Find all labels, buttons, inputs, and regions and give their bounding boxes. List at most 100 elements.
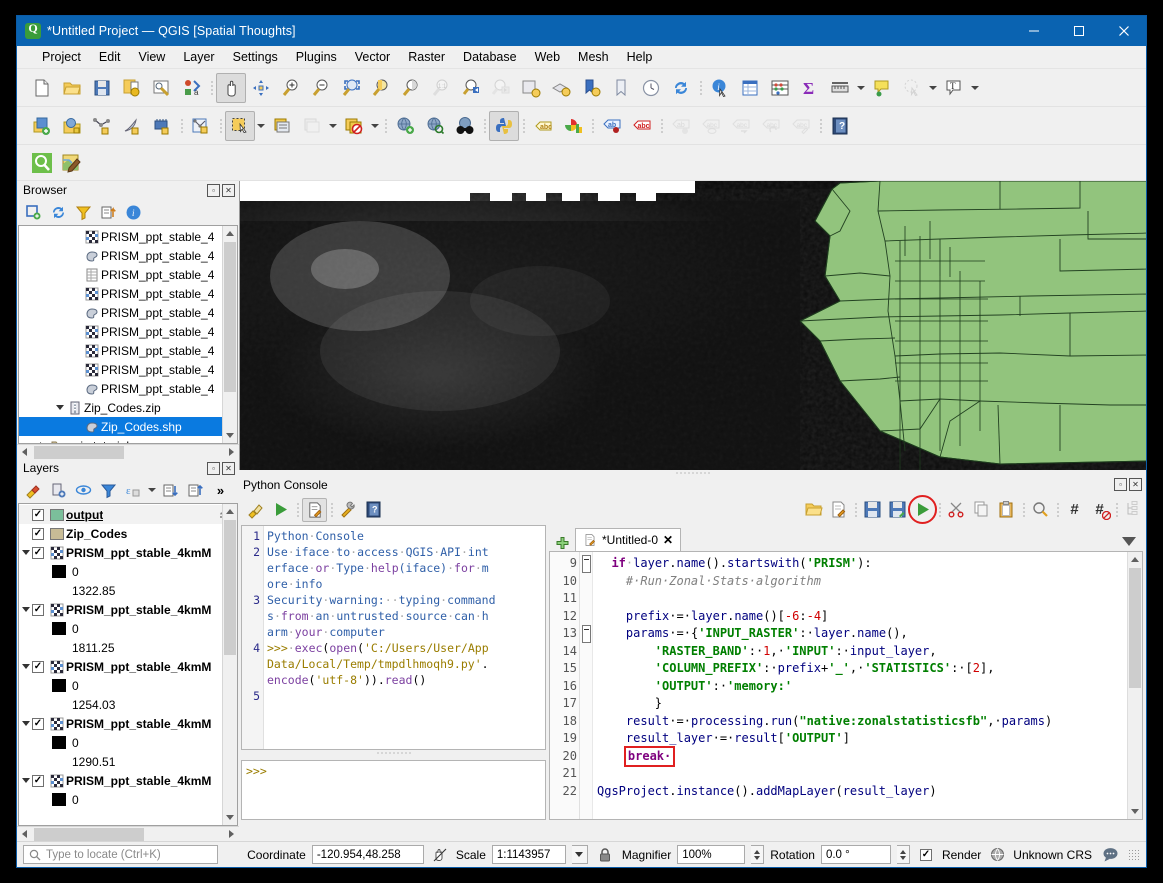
show-hide-labels-icon[interactable]: abc (696, 111, 726, 141)
collapse-all-icon[interactable] (183, 478, 208, 502)
measure-dropdown-caret-icon[interactable] (855, 73, 867, 103)
identify-search-icon[interactable] (27, 148, 57, 178)
identify-features-icon[interactable]: i (705, 73, 735, 103)
collapse-all-icon[interactable] (96, 200, 121, 224)
save-script-icon[interactable] (860, 498, 885, 522)
expander-expanded-icon[interactable] (19, 607, 32, 612)
legend-entry-4[interactable]: 1322.85 (19, 581, 237, 600)
zoom-full-icon[interactable] (336, 73, 366, 103)
label-toggle-icon[interactable]: ab (597, 111, 627, 141)
browser-hscroll-track[interactable] (32, 445, 224, 460)
legend-entry-7[interactable]: 1811.25 (19, 638, 237, 657)
find-text-icon[interactable] (1028, 498, 1053, 522)
map-tips-icon[interactable] (867, 73, 897, 103)
add-wfs-layer-icon[interactable] (420, 111, 450, 141)
new-3d-map-view-icon[interactable] (546, 73, 576, 103)
layers-scroll-down-icon[interactable] (223, 810, 237, 825)
console-options-icon[interactable] (336, 498, 361, 522)
measure-line-icon[interactable] (825, 73, 855, 103)
browser-hscroll-right-icon[interactable] (224, 445, 239, 460)
map-canvas-container[interactable] (239, 181, 1146, 470)
browser-scroll-down-icon[interactable] (223, 428, 237, 443)
console-input[interactable]: >>> (241, 760, 546, 820)
browser-item-10[interactable]: Zip_Codes.shp (19, 417, 237, 436)
add-vector-layer-icon[interactable] (87, 111, 117, 141)
lock-scale-icon[interactable] (594, 847, 616, 862)
maximize-button[interactable] (1056, 16, 1101, 46)
zoom-out-icon[interactable] (306, 73, 336, 103)
magnifier-stepper[interactable] (751, 845, 764, 864)
layer-visibility-checkbox[interactable]: ✓ (32, 528, 44, 540)
layers-vertical-scrollbar[interactable] (222, 504, 237, 825)
deselect-dropdown-caret-icon[interactable] (327, 111, 339, 141)
bookmarks-icon[interactable] (576, 73, 606, 103)
add-mesh-layer-icon[interactable] (147, 111, 177, 141)
console-help-icon[interactable]: ? (361, 498, 386, 522)
browser-item-7[interactable]: PRISM_ppt_stable_4 (19, 360, 237, 379)
browser-tree[interactable]: PRISM_ppt_stable_4PRISM_ppt_stable_4PRIS… (18, 225, 238, 444)
save-project-as-icon[interactable] (117, 73, 147, 103)
add-layer-to-project-icon[interactable] (21, 200, 46, 224)
add-layer-icon[interactable] (27, 111, 57, 141)
editor-tab-untitled-0[interactable]: *Untitled-0 ✕ (575, 528, 681, 551)
filter-legend-expression-icon[interactable]: ε (121, 478, 146, 502)
refresh-icon[interactable] (666, 73, 696, 103)
zoom-to-selection-icon[interactable] (366, 73, 396, 103)
highlight-pinned-labels-icon[interactable]: abc (627, 111, 657, 141)
add-wms-layer-icon[interactable] (390, 111, 420, 141)
crs-globe-icon[interactable] (987, 847, 1007, 862)
python-console-float-button[interactable]: ▫ (1114, 478, 1127, 491)
menu-mesh[interactable]: Mesh (569, 47, 618, 67)
layer-visibility-checkbox[interactable]: ✓ (32, 604, 44, 616)
console-input-splitter[interactable] (241, 750, 546, 756)
clear-console-icon[interactable] (243, 498, 268, 522)
browser-item-2[interactable]: PRISM_ppt_stable_4 (19, 265, 237, 284)
layer-row-2[interactable]: ✓PRISM_ppt_stable_4kmM (19, 543, 237, 562)
menu-project[interactable]: Project (33, 47, 90, 67)
layers-hscroll-thumb[interactable] (34, 828, 144, 841)
select-dropdown-caret-icon[interactable] (927, 73, 939, 103)
zoom-last-icon[interactable] (456, 73, 486, 103)
copy-icon[interactable] (969, 498, 994, 522)
open-attribute-table-icon[interactable] (735, 73, 765, 103)
manage-map-themes-icon[interactable] (71, 478, 96, 502)
browser-item-1[interactable]: PRISM_ppt_stable_4 (19, 246, 237, 265)
comment-icon[interactable]: # (1062, 498, 1087, 522)
scale-input[interactable]: 1:1143957 (492, 845, 566, 864)
coordinate-input[interactable]: -120.954,48.258 (312, 845, 424, 864)
console-output[interactable]: 12345 Python·ConsoleUse·iface·to·access·… (241, 525, 546, 750)
legend-entry-3[interactable]: 0 (19, 562, 237, 581)
expander-expanded-icon[interactable] (53, 405, 66, 410)
select-features-icon[interactable] (225, 111, 255, 141)
layer-row-14[interactable]: ✓PRISM_ppt_stable_4kmM (19, 771, 237, 790)
menu-raster[interactable]: Raster (399, 47, 454, 67)
diagram-properties-icon[interactable] (558, 111, 588, 141)
run-command-icon[interactable] (268, 498, 293, 522)
layer-row-1[interactable]: ✓Zip_Codes (19, 524, 237, 543)
show-bookmarks-icon[interactable] (606, 73, 636, 103)
add-group-icon[interactable] (46, 478, 71, 502)
menu-help[interactable]: Help (618, 47, 662, 67)
editor-scroll-thumb[interactable] (1129, 568, 1141, 688)
editor-code-text[interactable]: if·layer.name().startswith('PRISM'): #·R… (593, 552, 1127, 819)
menu-vector[interactable]: Vector (346, 47, 399, 67)
object-inspector-icon[interactable] (1121, 498, 1146, 522)
minimize-button[interactable] (1011, 16, 1056, 46)
layers-horizontal-scrollbar[interactable] (17, 826, 239, 841)
messages-icon[interactable] (1098, 847, 1122, 862)
zoom-to-layer-icon[interactable] (396, 73, 426, 103)
browser-horizontal-scrollbar[interactable] (17, 444, 239, 459)
browser-item-6[interactable]: PRISM_ppt_stable_4 (19, 341, 237, 360)
expander-expanded-icon[interactable] (19, 664, 32, 669)
save-project-icon[interactable] (87, 73, 117, 103)
run-script-icon[interactable] (910, 498, 935, 522)
legend-entry-6[interactable]: 0 (19, 619, 237, 638)
layers-hscroll-left-icon[interactable] (17, 827, 32, 842)
statistical-summary-icon[interactable]: Σ (795, 73, 825, 103)
browser-close-button[interactable]: ✕ (222, 184, 235, 197)
add-delimited-text-layer-icon[interactable] (117, 111, 147, 141)
rotation-stepper[interactable] (897, 845, 910, 864)
layers-float-button[interactable]: ▫ (207, 462, 220, 475)
pin-labels-icon[interactable]: ab (666, 111, 696, 141)
filter-legend-caret-icon[interactable] (146, 478, 158, 502)
